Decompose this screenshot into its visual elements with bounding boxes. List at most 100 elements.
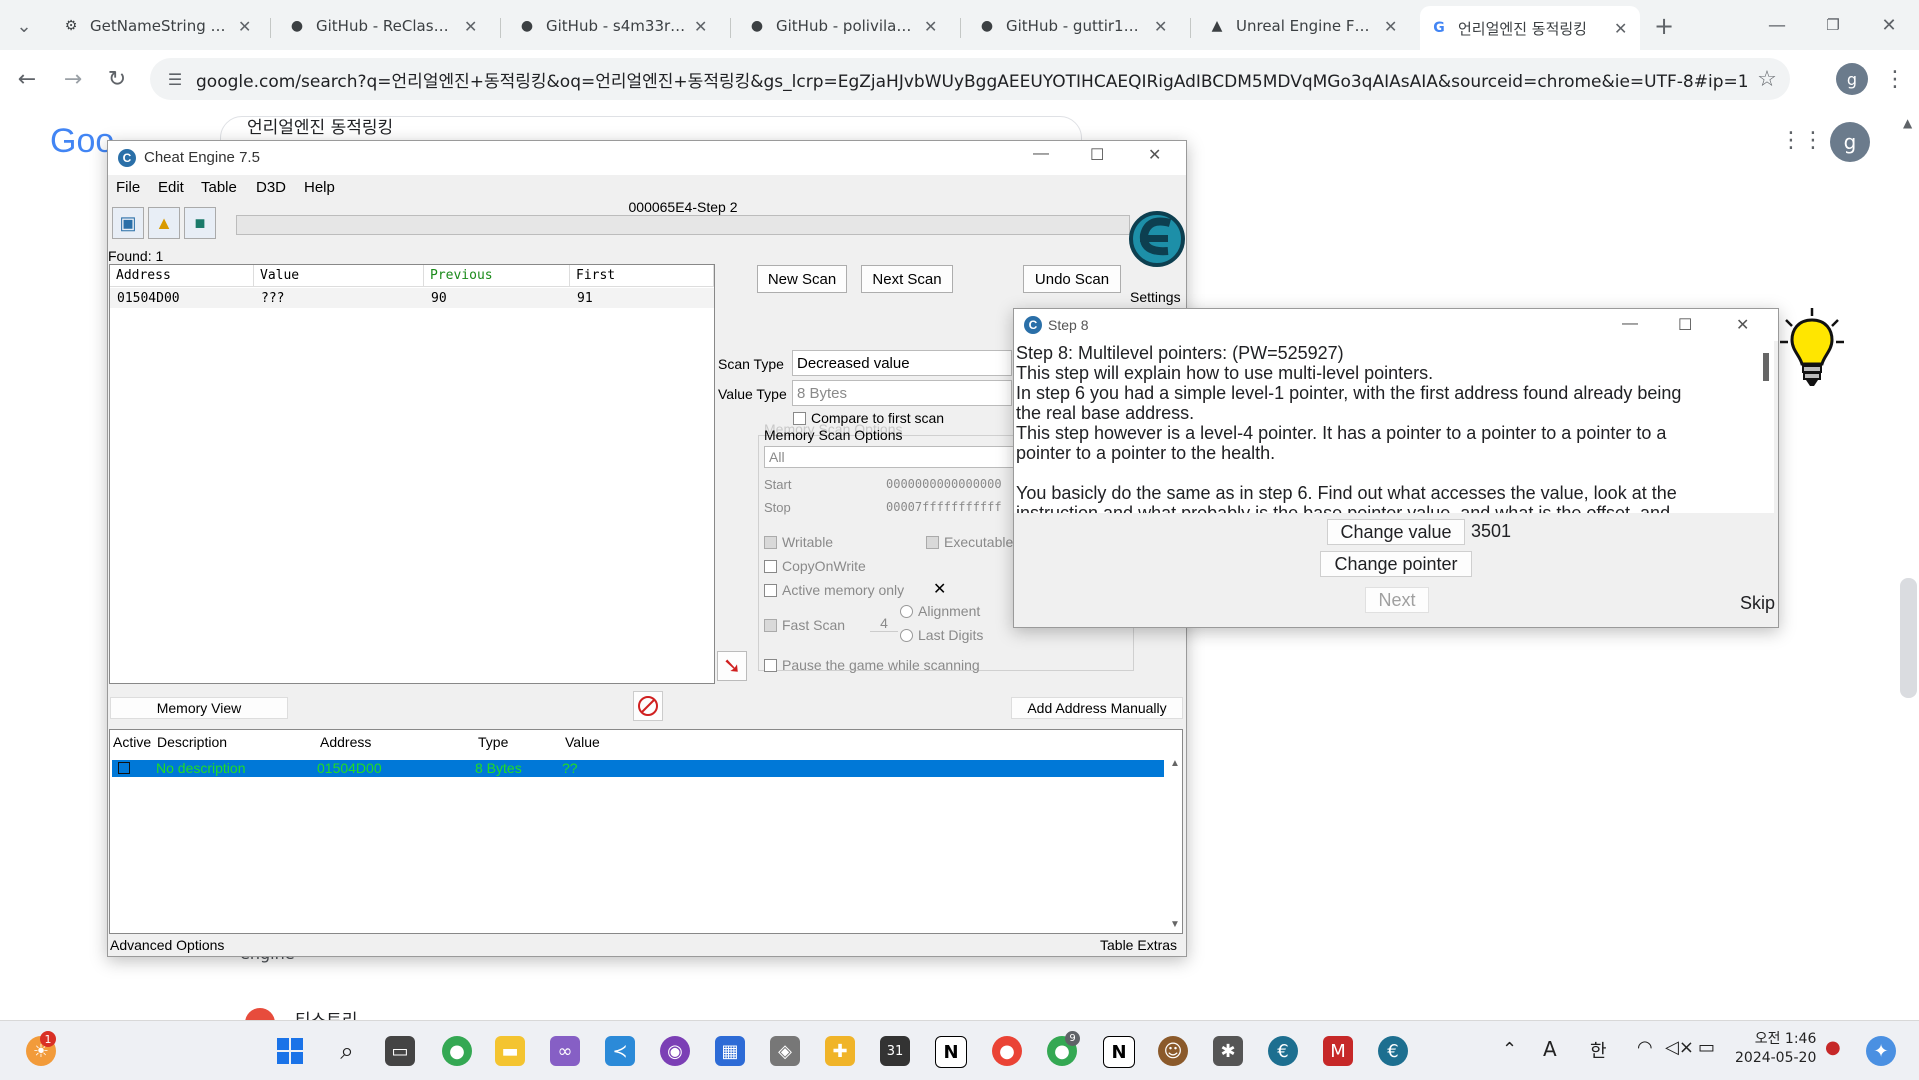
tab-5[interactable]: ● GitHub - guttir14/U ✕ xyxy=(968,8,1180,44)
minimize-icon[interactable]: — xyxy=(1762,12,1792,38)
active-checkbox[interactable] xyxy=(118,762,130,774)
fast-scan-value[interactable]: 4 xyxy=(870,615,898,632)
table-row[interactable] xyxy=(112,760,1164,777)
network-app-icon[interactable]: ▦ xyxy=(715,1036,745,1066)
battery-icon[interactable]: ▭ xyxy=(1698,1037,1715,1058)
windows-start-icon[interactable] xyxy=(275,1036,305,1066)
close-icon[interactable]: ✕ xyxy=(1736,315,1749,335)
visual-studio-icon[interactable]: ∞ xyxy=(550,1036,580,1066)
close-window-icon[interactable]: ✕ xyxy=(1874,12,1904,38)
scroll-up-icon[interactable]: ▲ xyxy=(1170,758,1180,769)
notion-2-icon[interactable]: N xyxy=(1103,1036,1135,1068)
close-icon[interactable]: ✕ xyxy=(464,17,480,36)
cheat-engine-big-logo[interactable] xyxy=(1128,201,1186,289)
close-icon[interactable]: ✕ xyxy=(694,17,710,36)
close-icon[interactable]: ✕ xyxy=(1148,145,1161,165)
copyonwrite-checkbox[interactable] xyxy=(764,560,777,573)
menu-d3d[interactable]: D3D xyxy=(256,179,286,196)
table-row[interactable] xyxy=(110,288,714,308)
add-address-manually-button[interactable]: Add Address Manually xyxy=(1011,697,1183,719)
next-button[interactable]: Next xyxy=(1365,587,1429,613)
close-icon[interactable]: ✕ xyxy=(1154,17,1170,36)
tab-2[interactable]: ● GitHub - ReClassNET ✕ xyxy=(278,8,490,44)
address-table[interactable]: Active Description Address Type Value No… xyxy=(109,729,1183,934)
mcafee-icon[interactable]: M xyxy=(1323,1036,1353,1066)
google-avatar[interactable]: g xyxy=(1830,122,1870,162)
vscode-icon[interactable]: ≺ xyxy=(605,1036,635,1066)
menu-table[interactable]: Table xyxy=(201,179,237,196)
col-first-header[interactable]: First xyxy=(570,265,714,287)
volume-muted-icon[interactable]: ◁× xyxy=(1665,1037,1694,1058)
back-arrow-icon[interactable]: ← xyxy=(14,66,40,92)
search-icon[interactable]: ⌕ xyxy=(332,1036,362,1066)
arrow-down-right-icon[interactable]: ➘ xyxy=(717,651,747,681)
pause-game-checkbox[interactable] xyxy=(764,659,777,672)
browser-menu-icon[interactable]: ⋮ xyxy=(1882,64,1908,94)
calendar-icon[interactable]: 31 xyxy=(880,1036,910,1066)
col-previous-header[interactable]: Previous xyxy=(424,265,570,287)
box-app-icon[interactable]: ◈ xyxy=(770,1036,800,1066)
notion-icon[interactable]: N xyxy=(935,1036,967,1068)
scroll-down-icon[interactable]: ▼ xyxy=(1170,919,1180,930)
change-pointer-button[interactable]: Change pointer xyxy=(1320,551,1472,577)
cheat-engine-taskbar-icon[interactable]: € xyxy=(1268,1036,1298,1066)
chrome-canary-icon[interactable]: ● xyxy=(442,1036,472,1066)
bug-app-icon[interactable]: ✱ xyxy=(1213,1036,1243,1066)
ce-title-bar[interactable]: C Cheat Engine 7.5 — ☐ ✕ xyxy=(108,141,1186,175)
tray-chevron-icon[interactable]: ⌃ xyxy=(1502,1039,1517,1060)
puzzle-app-icon[interactable]: ✚ xyxy=(825,1036,855,1066)
chrome-icon[interactable]: ● xyxy=(992,1036,1022,1066)
scan-type-select[interactable]: Decreased value xyxy=(792,350,1012,376)
menu-edit[interactable]: Edit xyxy=(158,179,184,196)
maximize-icon[interactable]: ☐ xyxy=(1678,315,1692,335)
file-explorer-icon[interactable]: ▬ xyxy=(495,1036,525,1066)
scan-results-list[interactable]: Address Value Previous First 01504D00 ??… xyxy=(109,264,715,684)
site-settings-icon[interactable]: ☰ xyxy=(164,68,186,90)
forward-arrow-icon[interactable]: → xyxy=(60,66,86,92)
tab-1[interactable]: ⚙ GetNameString for F ✕ xyxy=(52,8,264,44)
restore-icon[interactable]: ❐ xyxy=(1818,12,1848,38)
ime-mode[interactable]: A xyxy=(1543,1037,1557,1061)
text-scrollbar-thumb[interactable] xyxy=(1763,353,1769,381)
col-type-header[interactable]: Type xyxy=(478,734,508,750)
clear-x-icon[interactable]: ✕ xyxy=(933,579,946,599)
stop-circle-icon[interactable] xyxy=(633,691,663,721)
col-value-header[interactable]: Value xyxy=(254,265,424,287)
tab-6[interactable]: ▲ Unreal Engine FNam ✕ xyxy=(1198,8,1410,44)
tab-search-chevron-icon[interactable]: ⌄ xyxy=(12,14,36,38)
scroll-up-icon[interactable]: ▲ xyxy=(1903,116,1912,130)
value-type-select[interactable]: 8 Bytes xyxy=(792,380,1012,406)
fast-scan-checkbox[interactable] xyxy=(764,619,777,632)
col-description-header[interactable]: Description xyxy=(157,734,227,750)
last-digits-radio[interactable] xyxy=(900,629,913,642)
table-scrollbar[interactable]: ▲ ▼ xyxy=(1169,758,1183,930)
menu-help[interactable]: Help xyxy=(304,179,335,196)
system-clock[interactable]: 오전 1:46 2024-05-20 xyxy=(1735,1030,1816,1068)
settings-link[interactable]: Settings xyxy=(1130,289,1181,305)
address-bar[interactable]: ☰ google.com/search?q=언리얼엔진+동적링킹&oq=언리얼엔… xyxy=(150,58,1790,100)
copilot-icon[interactable]: ✦ xyxy=(1866,1036,1896,1066)
advanced-options-link[interactable]: Advanced Options xyxy=(110,937,224,953)
col-active-header[interactable]: Active xyxy=(113,734,151,750)
step-title-bar[interactable]: C Step 8 — ☐ ✕ xyxy=(1014,309,1778,341)
ime-korean[interactable]: 한 xyxy=(1590,1037,1607,1063)
menu-file[interactable]: File xyxy=(116,179,140,196)
new-scan-button[interactable]: New Scan xyxy=(757,265,847,293)
close-icon[interactable]: ✕ xyxy=(1614,19,1630,38)
change-value-button[interactable]: Change value xyxy=(1327,519,1465,545)
active-memory-checkbox[interactable] xyxy=(764,584,777,597)
cheat-engine-tutorial-icon[interactable]: € xyxy=(1378,1036,1408,1066)
tab-active[interactable]: G 언리얼엔진 동적링킹 ✕ xyxy=(1420,6,1640,50)
github-desktop-icon[interactable]: ◉ xyxy=(660,1036,690,1066)
close-icon[interactable]: ✕ xyxy=(1384,17,1400,36)
executable-checkbox[interactable] xyxy=(926,536,939,549)
page-scrollbar[interactable] xyxy=(1900,578,1917,698)
memory-view-button[interactable]: Memory View xyxy=(110,697,288,719)
task-view-icon[interactable]: ▭ xyxy=(385,1036,415,1066)
col-address-header[interactable]: Address xyxy=(110,265,254,287)
reload-icon[interactable]: ↻ xyxy=(104,66,130,92)
col-table-value-header[interactable]: Value xyxy=(565,734,600,750)
close-icon[interactable]: ✕ xyxy=(924,17,940,36)
maximize-icon[interactable]: ☐ xyxy=(1090,145,1104,165)
tab-3[interactable]: ● GitHub - s4m33r89/ ✕ xyxy=(508,8,720,44)
